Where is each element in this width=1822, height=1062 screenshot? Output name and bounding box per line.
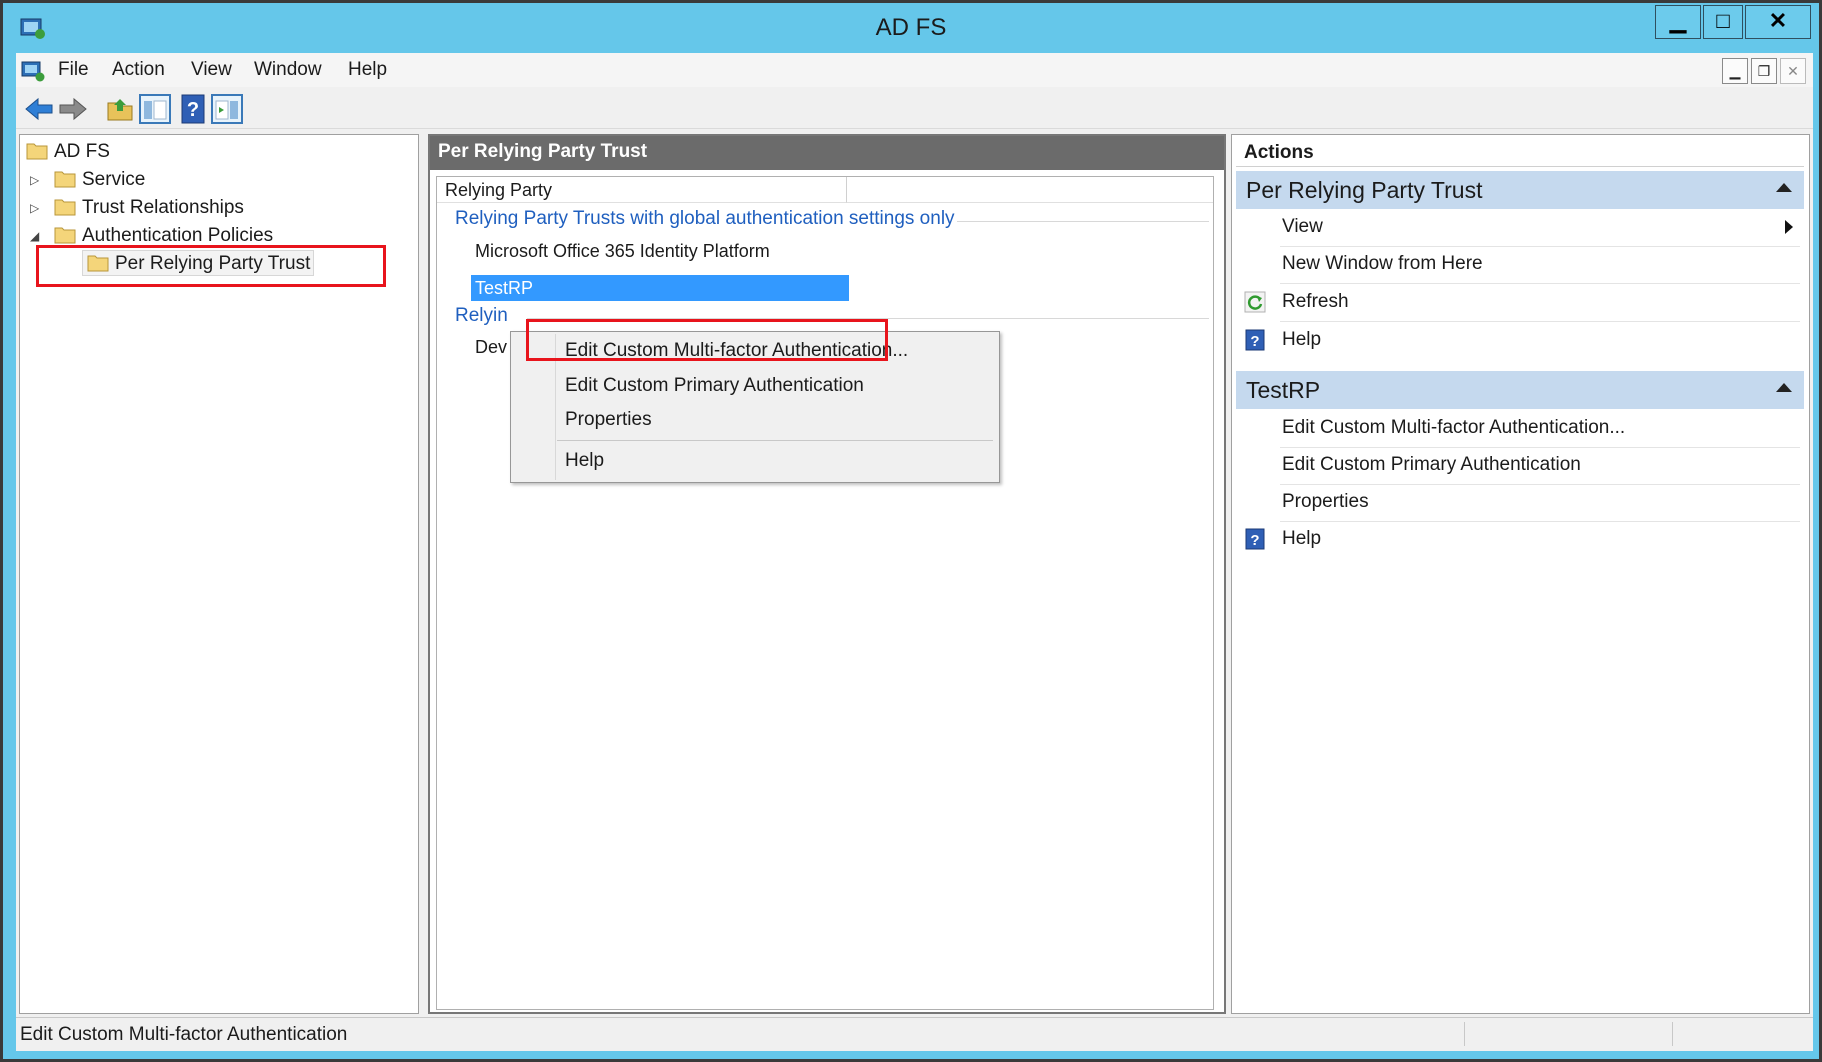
tree-item-label: Trust Relationships: [82, 197, 244, 218]
action-divider: [1280, 321, 1800, 322]
list-item-label: TestRP: [475, 278, 534, 298]
list-item-selected[interactable]: TestRP: [471, 275, 849, 301]
expand-arrow-icon[interactable]: ▷: [30, 201, 44, 215]
action-divider: [1280, 447, 1800, 448]
action-new-window[interactable]: New Window from Here: [1282, 253, 1483, 275]
mdi-restore-button[interactable]: ❐: [1751, 58, 1777, 84]
action-refresh[interactable]: Refresh: [1282, 291, 1349, 313]
close-button[interactable]: ✕: [1745, 5, 1811, 39]
group-divider: [957, 221, 1209, 222]
action-divider: [1280, 484, 1800, 485]
group-title[interactable]: Relyin: [455, 305, 508, 327]
svg-text:?: ?: [187, 99, 199, 121]
mdi-close-button[interactable]: ✕: [1780, 58, 1806, 84]
column-header-blank: [847, 177, 1213, 203]
action-edit-primary-auth[interactable]: Edit Custom Primary Authentication: [1282, 454, 1581, 476]
maximize-button[interactable]: □: [1703, 5, 1743, 39]
help-icon[interactable]: ?: [176, 93, 210, 125]
title-bar[interactable]: AD FS ▁ □ ✕: [3, 3, 1819, 53]
client-area: File Action View Window Help ▁ ❐ ✕ ? AD …: [16, 53, 1813, 1051]
highlight-box: [526, 319, 888, 361]
context-menu-item-help[interactable]: Help: [565, 450, 604, 472]
help-icon: ?: [1245, 329, 1265, 351]
actions-section-per-relying-party-trust[interactable]: Per Relying Party Trust: [1236, 171, 1804, 209]
status-divider: [1464, 1022, 1465, 1046]
action-divider: [1280, 521, 1800, 522]
collapse-arrow-icon[interactable]: [1776, 383, 1792, 392]
status-divider: [1672, 1022, 1673, 1046]
menu-action[interactable]: Action: [112, 59, 165, 81]
mmc-icon[interactable]: [20, 59, 46, 83]
list-item[interactable]: Dev: [475, 337, 507, 358]
context-menu-item-properties[interactable]: Properties: [565, 409, 652, 431]
menu-window[interactable]: Window: [254, 59, 322, 81]
toolbar: ?: [16, 89, 1813, 129]
actions-title: Actions: [1236, 137, 1804, 167]
list-item[interactable]: Microsoft Office 365 Identity Platform: [475, 241, 770, 262]
results-pane: Per Relying Party Trust Relying Party Re…: [428, 134, 1226, 1014]
minimize-button[interactable]: ▁: [1655, 5, 1701, 39]
action-divider: [1280, 246, 1800, 247]
action-edit-mfa[interactable]: Edit Custom Multi-factor Authentication.…: [1282, 417, 1625, 439]
action-properties[interactable]: Properties: [1282, 491, 1369, 513]
relying-party-list: Relying Party Relying Party Trusts with …: [436, 176, 1214, 1010]
section-title: TestRP: [1246, 377, 1321, 403]
action-help[interactable]: Help: [1282, 329, 1321, 351]
folder-icon: [54, 227, 76, 244]
menu-bar: File Action View Window Help ▁ ❐ ✕: [16, 53, 1813, 87]
folder-icon: [54, 171, 76, 188]
collapse-arrow-icon[interactable]: [1776, 183, 1792, 192]
show-hide-tree-icon[interactable]: [138, 93, 172, 125]
submenu-arrow-icon: [1785, 220, 1793, 234]
status-bar: Edit Custom Multi-factor Authentication: [16, 1017, 1813, 1049]
action-help-testrp[interactable]: Help: [1282, 528, 1321, 550]
svg-text:?: ?: [1250, 532, 1259, 549]
forward-arrow-icon[interactable]: [56, 93, 90, 125]
folder-icon: [26, 143, 48, 160]
section-title: Per Relying Party Trust: [1246, 177, 1483, 203]
group-title[interactable]: Relying Party Trusts with global authent…: [455, 208, 955, 230]
refresh-icon: [1244, 291, 1266, 313]
collapse-arrow-icon[interactable]: ◢: [30, 229, 44, 243]
help-icon: ?: [1245, 528, 1265, 550]
results-header: Per Relying Party Trust: [430, 136, 1224, 170]
status-text: Edit Custom Multi-factor Authentication: [20, 1024, 348, 1045]
show-hide-action-pane-icon[interactable]: [210, 93, 244, 125]
actions-pane: Actions Per Relying Party Trust View New…: [1231, 134, 1810, 1014]
expand-arrow-icon[interactable]: ▷: [30, 173, 44, 187]
context-menu-item-edit-primary-auth[interactable]: Edit Custom Primary Authentication: [565, 375, 864, 397]
menu-view[interactable]: View: [191, 59, 232, 81]
menu-file[interactable]: File: [58, 59, 89, 81]
adfs-window: AD FS ▁ □ ✕ File Action View Window Help…: [0, 0, 1822, 1062]
highlight-box: [36, 245, 386, 287]
console-tree: AD FS ▷ Service ▷ Trust Relationships ◢ …: [19, 134, 419, 1014]
actions-section-testrp[interactable]: TestRP: [1236, 371, 1804, 409]
back-arrow-icon[interactable]: [22, 93, 56, 125]
action-divider: [1280, 283, 1800, 284]
folder-icon: [54, 199, 76, 216]
tree-item-label: AD FS: [54, 141, 110, 162]
tree-item-label: Service: [82, 169, 146, 190]
menu-separator: [557, 440, 993, 441]
action-view[interactable]: View: [1282, 216, 1323, 238]
menu-help[interactable]: Help: [348, 59, 387, 81]
column-header-relying-party[interactable]: Relying Party: [437, 177, 847, 203]
tree-item-label: Authentication Policies: [82, 225, 274, 246]
svg-text:?: ?: [1250, 333, 1259, 350]
mdi-minimize-button[interactable]: ▁: [1722, 58, 1748, 84]
window-title: AD FS: [875, 14, 947, 41]
up-folder-icon[interactable]: [104, 93, 138, 125]
